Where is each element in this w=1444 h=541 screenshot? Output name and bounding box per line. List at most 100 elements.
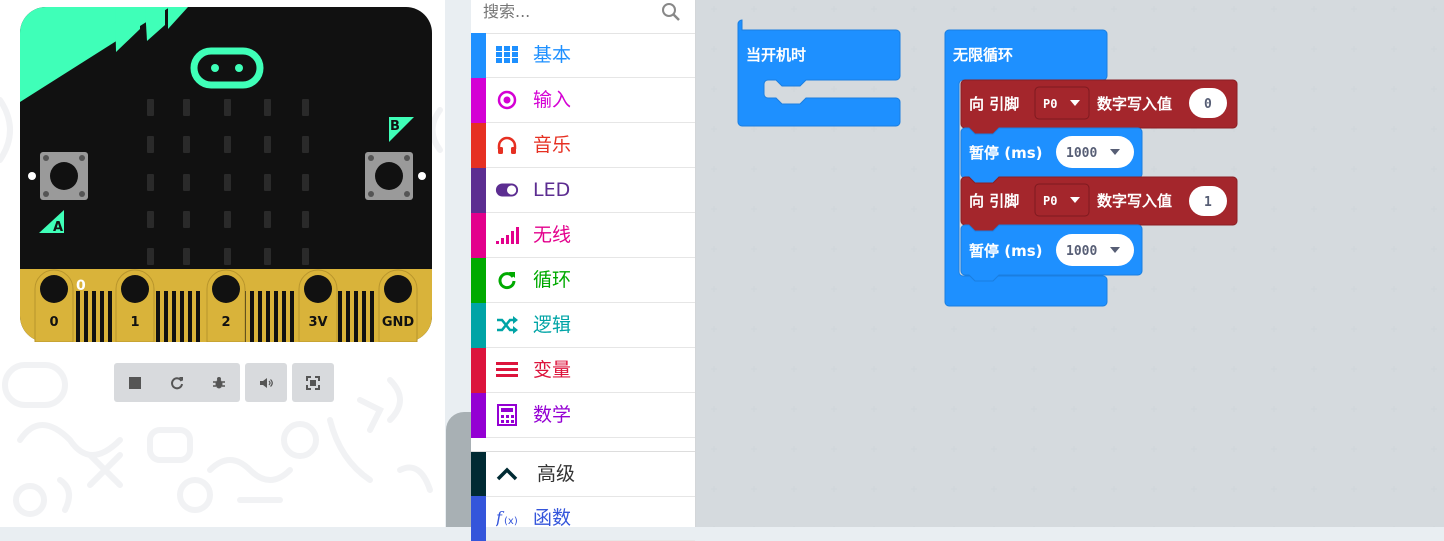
value-input[interactable]: 1 (1189, 186, 1227, 216)
restart-icon (171, 376, 183, 389)
pin-touch-indicator: 0 (76, 278, 86, 294)
led-pixel (302, 99, 309, 116)
value-input[interactable]: 0 (1189, 88, 1227, 118)
toolbox-category-headphones[interactable]: 音乐 (471, 123, 695, 168)
toolbox-category-toggle[interactable]: LED (471, 168, 695, 213)
search-icon[interactable] (661, 2, 681, 22)
led-pixel (224, 248, 231, 265)
debug-button[interactable] (198, 363, 240, 402)
category-color-bar (471, 452, 486, 497)
led-pixel (224, 136, 231, 153)
category-color-bar (471, 258, 486, 303)
pause-block[interactable]: 暂停 (ms) 1000 (960, 127, 1143, 185)
fullscreen-button[interactable] (292, 363, 334, 402)
toolbox-category-function[interactable]: f (x) 函数 (471, 496, 695, 541)
value-input-text: 1 (1204, 195, 1212, 210)
pin-dropdown[interactable]: P0 (1034, 86, 1090, 120)
bug-icon (213, 376, 225, 388)
led-pixel (264, 248, 271, 265)
fullscreen-icon (306, 375, 320, 390)
led-pixel (224, 211, 231, 228)
toolbox-category-chevron-up[interactable]: 高级 (471, 451, 695, 497)
category-label: 高级 (537, 463, 576, 485)
stop-button[interactable] (114, 363, 156, 402)
pause-duration-dropdown[interactable]: 1000 (1056, 234, 1134, 266)
toolbox: 基本 输入 音乐 LED 无线 循环 逻辑 变量 数学 高级 f(x) 函数 (471, 0, 696, 541)
category-label: 基本 (533, 44, 572, 66)
pause-duration-dropdown[interactable]: 1000 (1056, 136, 1134, 168)
list-icon (495, 359, 519, 381)
category-label: 输入 (533, 89, 572, 111)
microbit-board: A B 0 1 2 3V GND 0 (20, 7, 432, 342)
led-pixel (264, 174, 271, 191)
pin-label: 2 (221, 315, 230, 330)
pin-label: 1 (130, 315, 139, 330)
pause-label: 暂停 (ms) (969, 242, 1043, 260)
digital-write-block[interactable]: 向 引脚 P0 数字写入值 0 (960, 79, 1238, 135)
category-label: 循环 (533, 269, 572, 291)
pin-label: 3V (308, 315, 327, 330)
calculator-icon (495, 404, 519, 426)
fullscreen-button-inner[interactable] (292, 363, 334, 402)
pause-duration-value: 1000 (1066, 244, 1097, 259)
value-input-text: 0 (1204, 97, 1212, 112)
category-label: 数学 (533, 404, 572, 426)
led-pixel (302, 248, 309, 265)
mute-button-inner[interactable] (245, 363, 287, 402)
category-color-bar (471, 78, 486, 123)
led-pixel (183, 136, 190, 153)
simulator-panel: A B 0 1 2 3V GND 0 (0, 0, 445, 527)
led-pixel (183, 174, 190, 191)
toolbox-category-target[interactable]: 输入 (471, 78, 695, 123)
toolbox-category-signal[interactable]: 无线 (471, 213, 695, 258)
toolbox-category-shuffle[interactable]: 逻辑 (471, 303, 695, 348)
pin-dropdown[interactable]: P0 (1034, 183, 1090, 217)
pin-gnd[interactable]: GND (378, 269, 418, 342)
button-b-label: B (390, 119, 400, 134)
signal-icon (495, 224, 519, 246)
category-label: 音乐 (533, 134, 572, 156)
pause-block[interactable]: 暂停 (ms) 1000 (960, 224, 1143, 282)
pin-3v[interactable]: 3V (298, 269, 338, 342)
pause-duration-value: 1000 (1066, 146, 1097, 161)
led-pixel (264, 136, 271, 153)
mute-button[interactable] (245, 363, 287, 402)
pin-dropdown-value: P0 (1043, 194, 1057, 208)
category-label: 变量 (533, 359, 572, 381)
led-pixel (183, 248, 190, 265)
category-color-bar (471, 213, 486, 258)
toolbox-category-calculator[interactable]: 数学 (471, 393, 695, 438)
on-start-block[interactable]: 当开机时 (737, 19, 901, 127)
category-color-bar (471, 303, 486, 348)
toolbox-category-grid[interactable]: 基本 (471, 33, 695, 78)
category-label: LED (533, 179, 571, 201)
category-color-bar (471, 168, 486, 213)
button-b[interactable] (365, 152, 413, 200)
digital-write-prefix: 向 引脚 (969, 192, 1019, 210)
toolbox-category-list[interactable]: 变量 (471, 348, 695, 393)
on-start-label: 当开机时 (746, 46, 806, 64)
digital-write-prefix: 向 引脚 (969, 95, 1019, 113)
pin-0[interactable]: 0 (34, 269, 74, 342)
category-color-bar (471, 496, 486, 541)
led-pixel (224, 99, 231, 116)
search-input[interactable] (483, 0, 653, 22)
svg-text:(x): (x) (504, 516, 518, 527)
shuffle-icon (495, 314, 519, 336)
toolbox-category-refresh[interactable]: 循环 (471, 258, 695, 303)
digital-write-block[interactable]: 向 引脚 P0 数字写入值 1 (960, 176, 1238, 232)
pin-2[interactable]: 2 (206, 269, 246, 342)
led-pixel (183, 99, 190, 116)
pin-1[interactable]: 1 (115, 269, 155, 342)
led-pixel (264, 211, 271, 228)
blocks-workspace[interactable]: 当开机时 无限循环 向 引脚 P0 数字写入值 0 暂停 (ms) 1000 向… (696, 0, 1444, 527)
forever-label: 无限循环 (952, 46, 1013, 64)
workspace-canvas[interactable]: 当开机时 无限循环 向 引脚 P0 数字写入值 0 暂停 (ms) 1000 向… (696, 0, 1444, 527)
restart-button[interactable] (156, 363, 198, 402)
category-label: 无线 (533, 224, 572, 246)
category-label: 函数 (533, 507, 572, 529)
pin-label: 0 (49, 315, 58, 330)
button-a[interactable] (40, 152, 88, 200)
led-pixel (302, 174, 309, 191)
category-color-bar (471, 123, 486, 168)
